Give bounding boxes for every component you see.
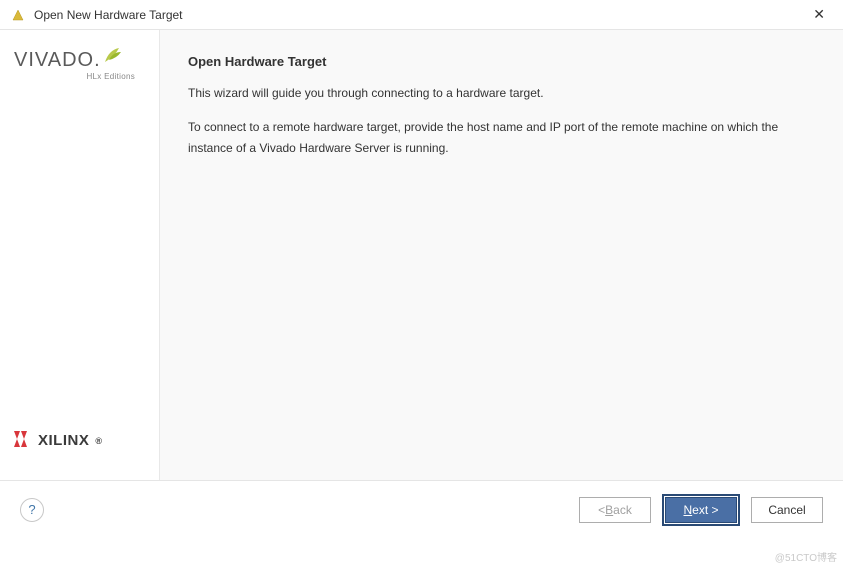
xilinx-registered: ® xyxy=(95,436,102,446)
xilinx-mark-icon xyxy=(14,431,32,450)
watermark: @51CTO博客 xyxy=(775,549,837,564)
back-mnemonic: B xyxy=(605,503,613,517)
app-icon xyxy=(10,7,26,23)
vivado-dot: . xyxy=(94,50,101,70)
window-title: Open New Hardware Target xyxy=(34,8,805,22)
content-wrapper: VIVADO. HLx Editions XILINX® Open H xyxy=(0,30,843,480)
footer-buttons: < Back Next > Cancel xyxy=(579,497,823,523)
vivado-subtitle: HLx Editions xyxy=(86,72,135,81)
cancel-button[interactable]: Cancel xyxy=(751,497,823,523)
intro-text: This wizard will guide you through conne… xyxy=(188,83,815,103)
back-prefix: < xyxy=(598,503,605,517)
main-content: Open Hardware Target This wizard will gu… xyxy=(160,30,843,480)
next-mnemonic: N xyxy=(683,503,692,517)
vivado-leaf-icon xyxy=(103,46,123,68)
close-icon[interactable]: ✕ xyxy=(805,2,833,27)
next-suffix: ext > xyxy=(692,503,718,517)
back-suffix: ack xyxy=(613,503,632,517)
vivado-logo: VIVADO. HLx Editions xyxy=(14,50,145,81)
page-title: Open Hardware Target xyxy=(188,54,815,69)
vivado-brand: VIVADO. xyxy=(14,50,123,70)
back-button: < Back xyxy=(579,497,651,523)
titlebar: Open New Hardware Target ✕ xyxy=(0,0,843,30)
xilinx-logo: XILINX ® xyxy=(14,431,145,450)
detail-text: To connect to a remote hardware target, … xyxy=(188,117,815,158)
sidebar: VIVADO. HLx Editions XILINX ® xyxy=(0,30,160,480)
help-button[interactable]: ? xyxy=(20,498,44,522)
footer: ? < Back Next > Cancel xyxy=(0,480,843,538)
next-button[interactable]: Next > xyxy=(665,497,737,523)
xilinx-brand-text: XILINX xyxy=(38,432,89,449)
vivado-brand-text: VIVADO xyxy=(14,50,94,70)
